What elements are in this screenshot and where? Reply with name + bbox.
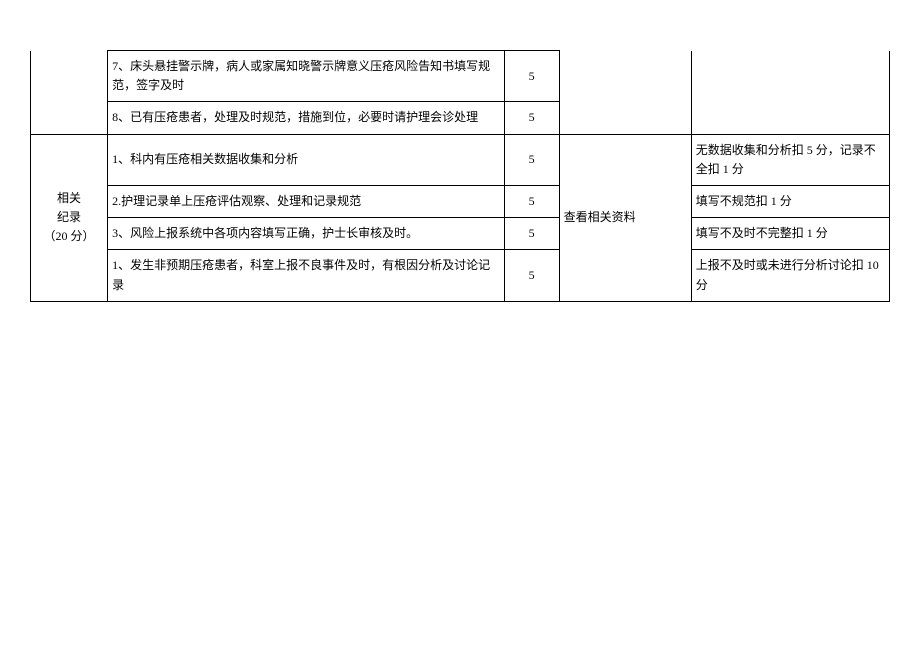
desc-cell: 7、床头悬挂警示牌，病人或家属知晓警示牌意义压疮风险告知书填写规范，签字及时 — [108, 51, 504, 102]
table-row: 7、床头悬挂警示牌，病人或家属知晓警示牌意义压疮风险告知书填写规范，签字及时 5 — [31, 51, 890, 102]
score-cell: 5 — [504, 102, 559, 134]
evaluation-table: 7、床头悬挂警示牌，病人或家属知晓警示牌意义压疮风险告知书填写规范，签字及时 5… — [30, 50, 890, 302]
score-cell: 5 — [504, 218, 559, 250]
table-row: 1、发生非预期压疮患者，科室上报不良事件及时，有根因分析及讨论记录 5 上报不及… — [31, 250, 890, 301]
score-cell: 5 — [504, 250, 559, 301]
category-label-line2: 纪录 — [35, 208, 103, 227]
remark-cell: 上报不及时或未进行分析讨论扣 10 分 — [691, 250, 889, 301]
score-cell: 5 — [504, 134, 559, 185]
desc-cell: 1、科内有压疮相关数据收集和分析 — [108, 134, 504, 185]
method-cell-prev — [559, 51, 691, 135]
category-cell-records: 相关 纪录 （20 分） — [31, 134, 108, 301]
desc-cell: 3、风险上报系统中各项内容填写正确，护士长审核及时。 — [108, 218, 504, 250]
remark-cell: 填写不及时不完整扣 1 分 — [691, 218, 889, 250]
category-label-line1: 相关 — [35, 189, 103, 208]
desc-cell: 1、发生非预期压疮患者，科室上报不良事件及时，有根因分析及讨论记录 — [108, 250, 504, 301]
method-cell: 查看相关资料 — [559, 134, 691, 301]
category-label-line3: （20 分） — [35, 227, 103, 246]
score-cell: 5 — [504, 51, 559, 102]
remark-cell-prev — [691, 51, 889, 135]
category-cell-prev — [31, 51, 108, 135]
remark-cell: 填写不规范扣 1 分 — [691, 185, 889, 217]
desc-cell: 8、已有压疮患者，处理及时规范，措施到位，必要时请护理会诊处理 — [108, 102, 504, 134]
desc-cell: 2.护理记录单上压疮评估观察、处理和记录规范 — [108, 185, 504, 217]
remark-cell: 无数据收集和分析扣 5 分，记录不全扣 1 分 — [691, 134, 889, 185]
table-row: 2.护理记录单上压疮评估观察、处理和记录规范 5 填写不规范扣 1 分 — [31, 185, 890, 217]
table-row: 相关 纪录 （20 分） 1、科内有压疮相关数据收集和分析 5 查看相关资料 无… — [31, 134, 890, 185]
table-row: 3、风险上报系统中各项内容填写正确，护士长审核及时。 5 填写不及时不完整扣 1… — [31, 218, 890, 250]
score-cell: 5 — [504, 185, 559, 217]
